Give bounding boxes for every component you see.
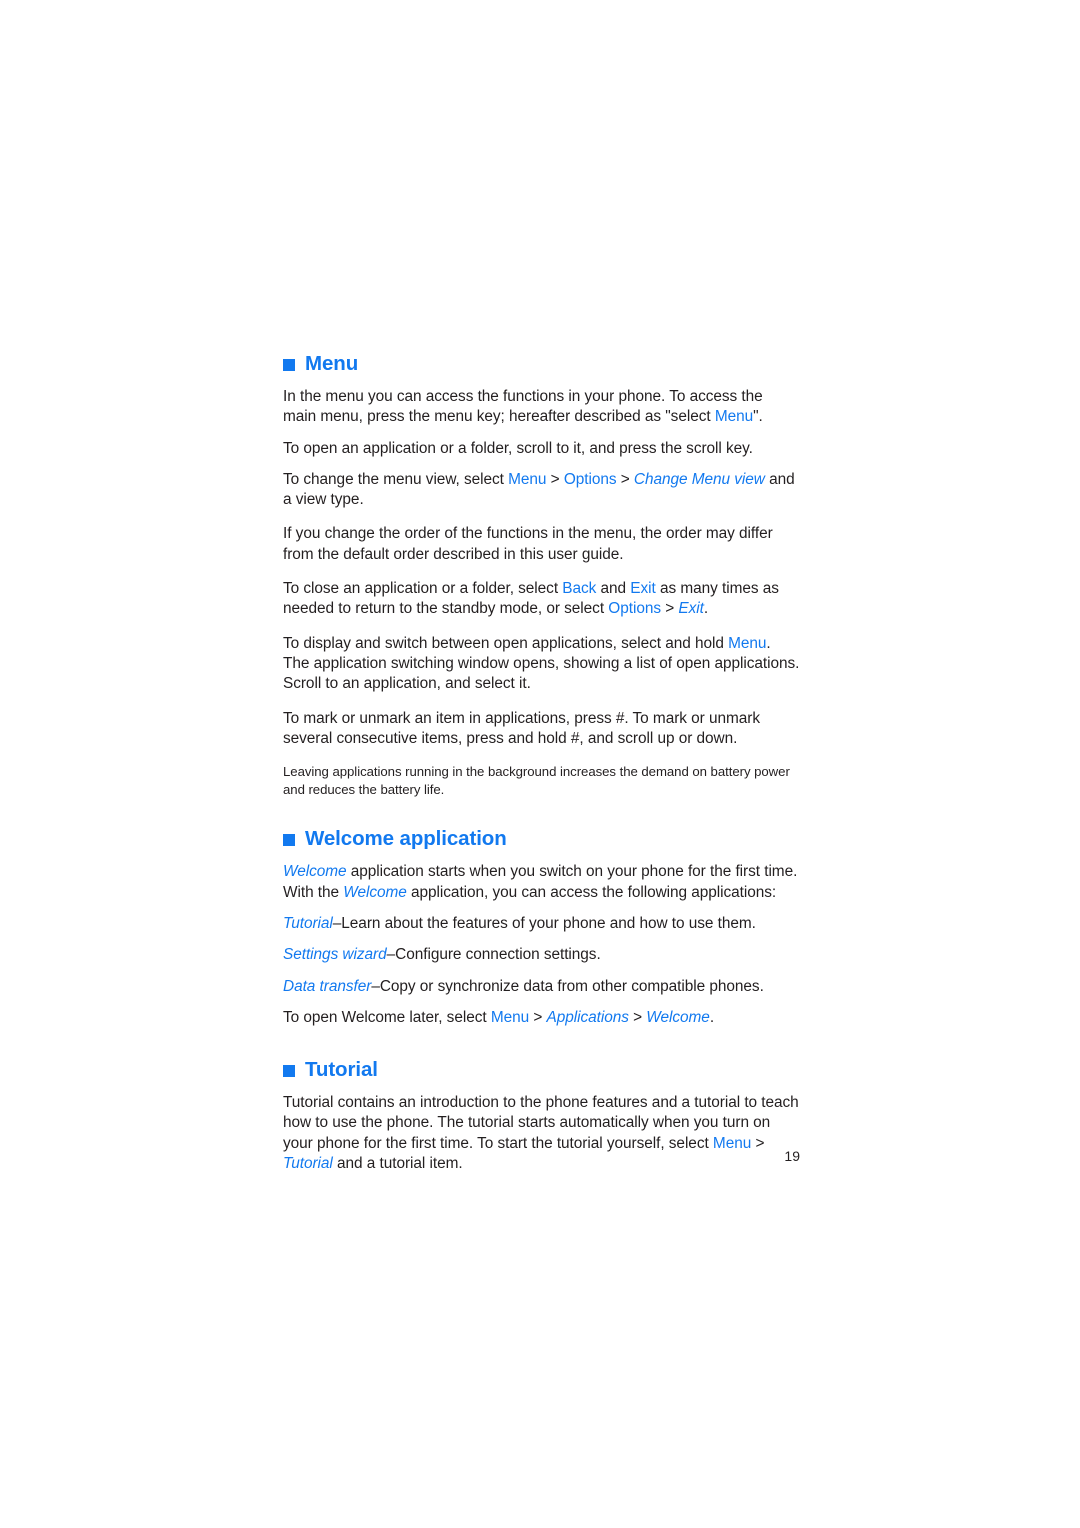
manual-page: Menu In the menu you can access the func… — [0, 0, 1080, 1528]
section-heading-tutorial-label: Tutorial — [305, 1058, 378, 1082]
paragraph-change-menu-view: To change the menu view, select Menu > O… — [283, 470, 795, 509]
list-item-settings-wizard: Settings wizard–Configure connection set… — [283, 946, 601, 964]
section-heading-menu-label: Menu — [305, 352, 359, 375]
filled-square-bullet-icon — [283, 834, 295, 847]
paragraph-menu-intro: In the menu you can access the functions… — [283, 388, 763, 426]
section-heading-menu: Menu — [283, 352, 800, 376]
section-heading-welcome-application: Welcome application — [283, 827, 800, 851]
list-item-tutorial: Tutorial–Learn about the features of you… — [283, 914, 756, 932]
section-heading-tutorial: Tutorial — [283, 1058, 800, 1082]
paragraph-mark-unmark: To mark or unmark an item in application… — [283, 709, 760, 747]
paragraph-order-of-functions: If you change the order of the functions… — [283, 525, 773, 563]
paragraph-open-application: To open an application or a folder, scro… — [283, 439, 753, 457]
page-number: 19 — [784, 1148, 800, 1164]
paragraph-open-welcome-later: To open Welcome later, select Menu > App… — [283, 1008, 715, 1026]
list-item-data-transfer: Data transfer–Copy or synchronize data f… — [283, 977, 764, 995]
filled-square-bullet-icon — [283, 1065, 295, 1078]
section-heading-welcome-application-label: Welcome application — [305, 827, 507, 851]
page-content-column: Menu In the menu you can access the func… — [283, 352, 800, 1174]
paragraph-switch-applications: To display and switch between open appli… — [283, 634, 800, 693]
note-battery-life: Leaving applications running in the back… — [283, 764, 790, 797]
filled-square-bullet-icon — [283, 359, 295, 371]
paragraph-welcome-intro: Welcome application starts when you swit… — [283, 863, 798, 901]
paragraph-close-application: To close an application or a folder, sel… — [283, 580, 779, 618]
